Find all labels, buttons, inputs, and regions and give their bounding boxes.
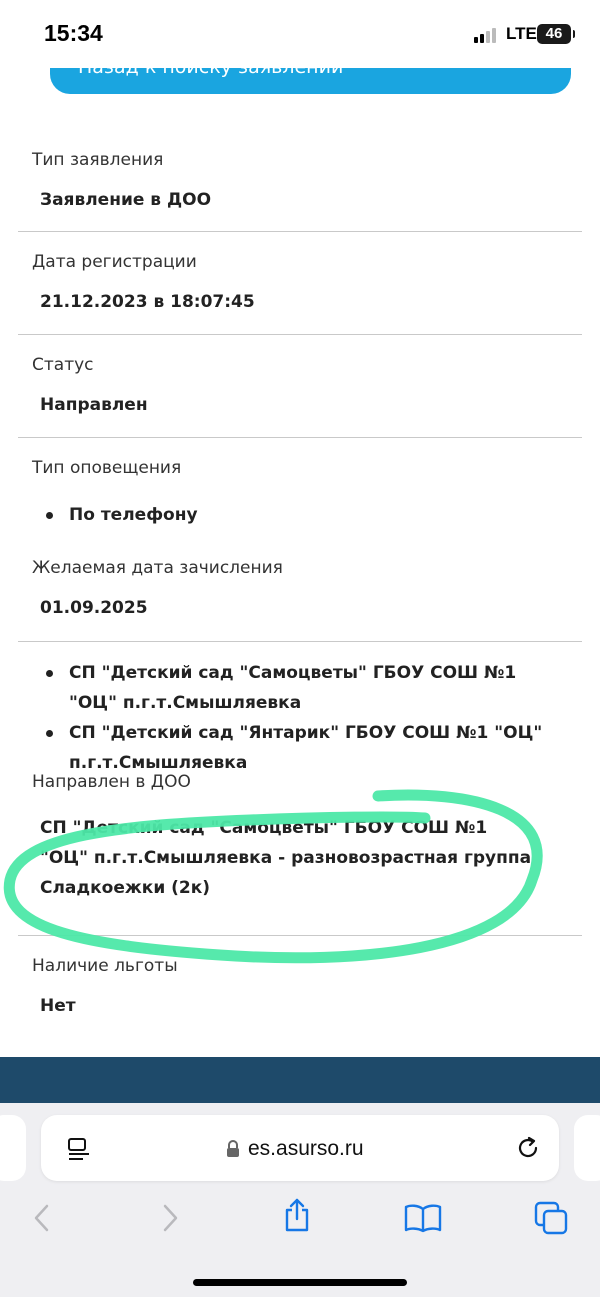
field-value: СП "Детский сад "Самоцветы" ГБОУ СОШ №1 …: [40, 818, 532, 898]
application-details: Тип заявления Заявление в ДОО Дата регис…: [18, 130, 582, 1036]
status-time: 15:34: [44, 20, 103, 46]
reload-icon[interactable]: [515, 1135, 541, 1161]
signal-icon: [474, 27, 500, 43]
field-label: Желаемая дата зачисления: [32, 558, 283, 578]
list-item: СП "Детский сад "Янтарик" ГБОУ СОШ №1 "О…: [46, 718, 568, 778]
field-value: Заявление в ДОО: [40, 190, 212, 210]
url-text: es.asurso.ru: [248, 1137, 364, 1160]
field-status: Статус Направлен: [18, 335, 582, 437]
notify-list: По телефону: [18, 500, 582, 530]
field-benefit: Наличие льготы Нет: [18, 936, 582, 1036]
preferred-doo-list: СП "Детский сад "Самоцветы" ГБОУ СОШ №1 …: [18, 642, 568, 778]
tabs-icon[interactable]: [534, 1201, 568, 1235]
field-value: 01.09.2025: [40, 598, 148, 618]
field-label: Наличие льготы: [32, 956, 178, 976]
share-icon[interactable]: [282, 1197, 312, 1233]
back-icon[interactable]: [30, 1203, 54, 1233]
lock-icon: [227, 1140, 239, 1157]
field-desired-date: Желаемая дата зачисления 01.09.2025: [18, 558, 582, 641]
status-bar: 15:34 LTE 46: [0, 0, 600, 68]
field-value: 21.12.2023 в 18:07:45: [40, 292, 255, 312]
field-preferred-doo: СП "Детский сад "Самоцветы" ГБОУ СОШ №1 …: [18, 642, 582, 795]
field-app-type: Тип заявления Заявление в ДОО: [18, 130, 582, 231]
list-item: СП "Детский сад "Самоцветы" ГБОУ СОШ №1 …: [46, 658, 568, 718]
forward-icon[interactable]: [158, 1203, 182, 1233]
adjacent-tab-left[interactable]: [0, 1115, 26, 1181]
battery-icon: 46: [537, 24, 575, 44]
field-label: Тип заявления: [32, 150, 164, 170]
field-notify-type: Тип оповещения По телефону: [18, 438, 582, 558]
bookmarks-icon[interactable]: [404, 1203, 442, 1233]
field-label: Дата регистрации: [32, 252, 197, 272]
network-label: LTE: [506, 24, 537, 43]
field-value: Нет: [40, 996, 76, 1016]
adjacent-tab-right[interactable]: [574, 1115, 600, 1181]
field-label: Направлен в ДОО: [32, 772, 191, 792]
home-indicator: [193, 1279, 407, 1286]
page-footer: [0, 1057, 600, 1103]
address-bar[interactable]: es.asurso.ru: [41, 1115, 559, 1181]
field-value: Направлен: [40, 395, 148, 415]
field-label: Статус: [32, 355, 94, 375]
field-directed-to: СП "Детский сад "Самоцветы" ГБОУ СОШ №1 …: [18, 795, 582, 935]
list-item: По телефону: [46, 500, 582, 530]
reader-icon[interactable]: [66, 1137, 92, 1161]
field-label: Тип оповещения: [32, 458, 182, 478]
field-reg-date: Дата регистрации 21.12.2023 в 18:07:45: [18, 232, 582, 334]
browser-toolbar: es.asurso.ru: [0, 1103, 600, 1297]
